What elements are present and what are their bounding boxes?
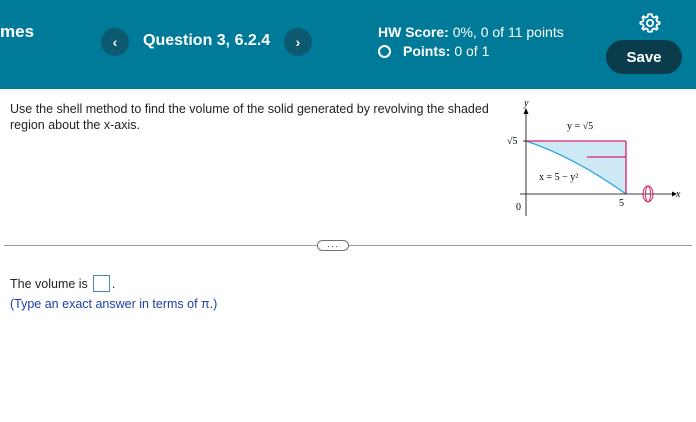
answer-suffix: . [111, 276, 116, 291]
region-figure: y x 0 √5 5 y = √5 x = 5 − y² [507, 98, 681, 216]
points-status-icon [378, 44, 391, 58]
answer-row: The volume is . [10, 275, 115, 292]
upper-curve-label: y = √5 [567, 121, 593, 132]
gear-icon[interactable] [639, 12, 661, 34]
previous-question-button[interactable]: ‹ [101, 28, 129, 56]
hw-score-value: 0%, 0 of 11 points [452, 24, 564, 40]
answer-hint: (Type an exact answer in terms of π.) [10, 297, 218, 311]
points-label: Points: [403, 43, 451, 59]
hw-score: HW Score: 0%, 0 of 11 points [378, 24, 564, 40]
x-tick-label: 5 [619, 198, 624, 209]
y-tick-label: √5 [507, 136, 518, 147]
volume-answer-input[interactable] [92, 275, 110, 292]
next-question-button[interactable]: › [284, 28, 312, 56]
points-value: 0 of 1 [454, 43, 490, 59]
points: Points: 0 of 1 [378, 43, 489, 59]
lower-curve-label: x = 5 − y² [539, 172, 578, 183]
top-bar: mes ‹ Question 3, 6.2.4 › HW Score: 0%, … [0, 0, 696, 89]
origin-label: 0 [516, 202, 521, 213]
app-title: mes [0, 22, 35, 41]
shaded-region [526, 141, 626, 194]
answer-prefix: The volume is [10, 276, 88, 291]
more-options-button[interactable]: ··· [317, 240, 349, 251]
question-label: Question 3, 6.2.4 [143, 32, 271, 49]
save-button[interactable]: Save [606, 40, 682, 74]
y-axis-label: y [523, 98, 529, 109]
question-prompt: Use the shell method to find the volume … [10, 102, 489, 132]
x-axis-label: x [675, 189, 681, 200]
hw-score-label: HW Score: [378, 24, 449, 40]
